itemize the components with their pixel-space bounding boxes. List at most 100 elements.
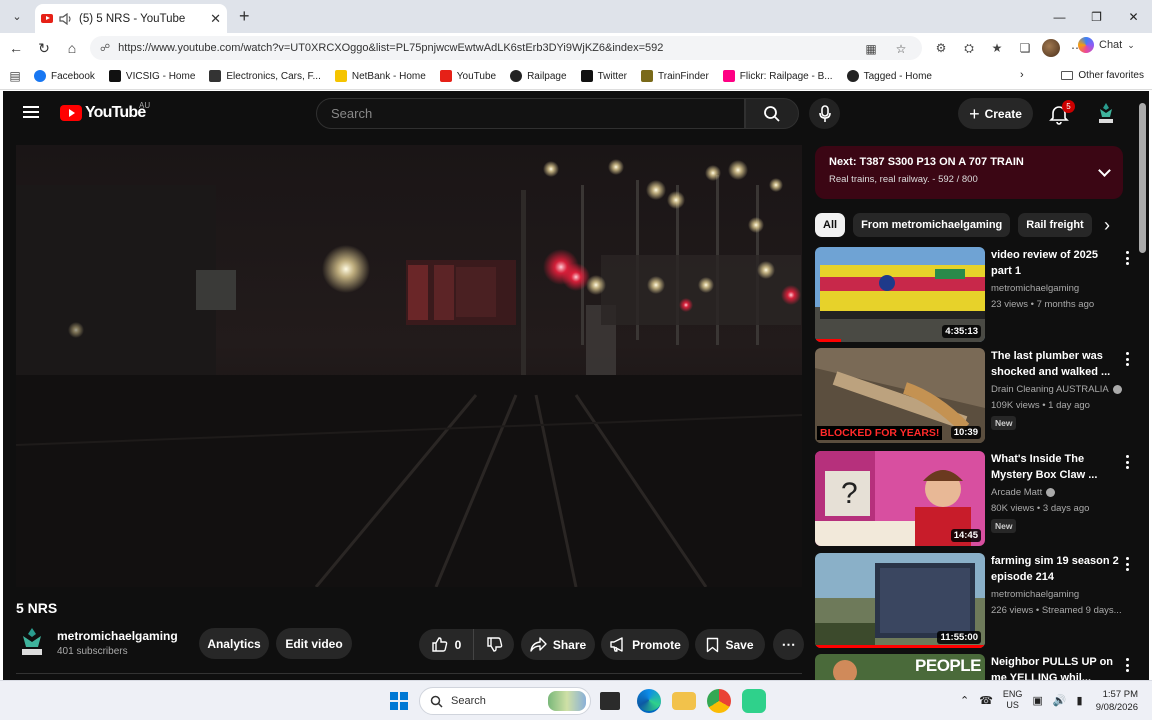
- browser-tab-youtube[interactable]: (5) 5 NRS - YouTube ✕: [35, 4, 227, 33]
- app-icon[interactable]: [742, 689, 766, 713]
- filter-chip[interactable]: From metromichaelgaming: [853, 213, 1011, 237]
- youtube-icon: [439, 70, 452, 82]
- bookmark-item[interactable]: Railpage: [510, 70, 567, 82]
- chrome-icon[interactable]: [707, 689, 731, 713]
- recommended-video-title[interactable]: What's Inside The Mystery Box Claw ...: [991, 451, 1119, 483]
- file-explorer-icon[interactable]: [672, 692, 696, 710]
- video-options-kebab-icon[interactable]: [1125, 251, 1129, 265]
- recommended-channel[interactable]: Drain Cleaning AUSTRALIA: [991, 384, 1122, 395]
- playlist-next-panel[interactable]: Next: T387 S300 P13 ON A 707 TRAIN Real …: [815, 146, 1123, 199]
- reading-list-icon[interactable]: ▤: [4, 65, 26, 87]
- bookmark-item[interactable]: Electronics, Cars, F...: [209, 70, 321, 82]
- restore-icon[interactable]: ❐: [1078, 0, 1115, 33]
- channel-avatar[interactable]: [20, 627, 44, 657]
- close-window-icon[interactable]: ✕: [1115, 0, 1152, 33]
- bookmark-item[interactable]: Tagged - Home: [846, 70, 932, 82]
- filter-chip[interactable]: All: [815, 213, 846, 237]
- video-duration: 11:55:00: [937, 631, 981, 644]
- browser-essentials-icon[interactable]: ⛭: [958, 37, 980, 59]
- create-button[interactable]: + Create: [958, 98, 1033, 129]
- like-button[interactable]: 0: [419, 629, 474, 660]
- tab-close-icon[interactable]: ✕: [210, 11, 221, 27]
- chips-next-arrow-icon[interactable]: ›: [1095, 213, 1119, 237]
- home-icon[interactable]: ⌂: [58, 34, 86, 62]
- youtube-logo[interactable]: YouTube: [60, 104, 146, 122]
- profile-avatar[interactable]: [1042, 39, 1060, 57]
- edge-browser-icon[interactable]: [637, 689, 661, 713]
- recommended-channel[interactable]: metromichaelgaming: [991, 589, 1079, 600]
- megaphone-icon: [610, 637, 623, 652]
- voice-search-button[interactable]: [809, 98, 840, 129]
- dislike-button[interactable]: [474, 636, 514, 653]
- windows-start-icon[interactable]: [390, 692, 408, 710]
- bookmark-item[interactable]: Twitter: [580, 70, 627, 82]
- monitor-icon[interactable]: ▣: [1032, 694, 1042, 707]
- bookmark-item[interactable]: YouTube: [439, 70, 496, 82]
- favorites-icon[interactable]: ★: [986, 37, 1008, 59]
- recommended-channel[interactable]: metromichaelgaming: [991, 283, 1079, 294]
- account-avatar[interactable]: [1095, 101, 1117, 125]
- video-thumbnail[interactable]: PEOPLE: [815, 654, 985, 680]
- taskbar-clock[interactable]: 1:57 PM 9/08/2026: [1088, 688, 1138, 714]
- window-controls: — ❐ ✕: [1041, 0, 1152, 33]
- chevron-right-icon[interactable]: ›: [1020, 69, 1024, 81]
- recommended-video[interactable]: 11:55:00 farming sim 19 season 2 episode …: [815, 553, 1135, 649]
- tab-actions-chevron-icon[interactable]: ⌄: [3, 3, 31, 31]
- video-options-kebab-icon[interactable]: [1125, 658, 1129, 672]
- video-thumbnail[interactable]: BLOCKED FOR YEARS! 10:39: [815, 348, 985, 443]
- favorite-star-icon[interactable]: ☆: [890, 38, 912, 60]
- url-field[interactable]: ☍ https://www.youtube.com/watch?v=UT0XRC…: [90, 36, 922, 60]
- video-options-kebab-icon[interactable]: [1125, 352, 1129, 366]
- save-button[interactable]: Save: [695, 629, 765, 660]
- video-thumbnail[interactable]: 4:35:13: [815, 247, 985, 342]
- bookmark-item[interactable]: Facebook: [34, 70, 95, 82]
- recommended-video[interactable]: ? 14:45 What's Inside The Mystery Box Claw…: [815, 451, 1135, 547]
- network-status-icon[interactable]: ☎: [979, 694, 993, 707]
- recommended-video-title[interactable]: farming sim 19 season 2 episode 214: [991, 553, 1119, 585]
- back-arrow-icon[interactable]: ←: [2, 34, 30, 62]
- page-scrollbar[interactable]: [1139, 103, 1146, 253]
- refresh-icon[interactable]: ↻: [30, 34, 58, 62]
- search-button[interactable]: [745, 98, 799, 129]
- edit-video-button[interactable]: Edit video: [276, 628, 352, 659]
- new-tab-plus-icon[interactable]: +: [239, 6, 250, 27]
- recommended-video[interactable]: BLOCKED FOR YEARS! 10:39 The last plumber …: [815, 348, 1135, 444]
- bookmark-item[interactable]: NetBank - Home: [334, 70, 426, 82]
- video-player[interactable]: [16, 145, 802, 587]
- search-input[interactable]: Search: [316, 98, 745, 129]
- video-thumbnail[interactable]: ? 14:45: [815, 451, 985, 546]
- speaker-icon[interactable]: [59, 12, 73, 25]
- video-thumbnail[interactable]: 11:55:00: [815, 553, 985, 648]
- video-options-kebab-icon[interactable]: [1125, 455, 1129, 469]
- task-view-icon[interactable]: [600, 692, 620, 710]
- copilot-chat-button[interactable]: Chat ⌄: [1078, 37, 1135, 53]
- bookmark-item[interactable]: Flickr: Railpage - B...: [722, 70, 833, 82]
- video-options-kebab-icon[interactable]: [1125, 557, 1129, 571]
- battery-icon[interactable]: ▮: [1077, 694, 1083, 707]
- channel-name[interactable]: metromichaelgaming: [57, 629, 178, 643]
- language-indicator[interactable]: ENG US: [1003, 689, 1023, 711]
- promote-button[interactable]: Promote: [601, 629, 689, 660]
- bookmark-item[interactable]: TrainFinder: [641, 70, 709, 82]
- filter-chip[interactable]: Rail freight: [1018, 213, 1092, 237]
- taskbar-search[interactable]: Search: [419, 687, 591, 715]
- other-favorites[interactable]: Other favorites: [1061, 70, 1144, 81]
- minimize-icon[interactable]: —: [1041, 0, 1078, 33]
- bookmark-item[interactable]: VICSIG - Home: [108, 70, 195, 82]
- menu-hamburger-icon[interactable]: [23, 106, 39, 118]
- thumbnail-overlay-text: BLOCKED FOR YEARS!: [817, 426, 943, 440]
- recommended-video-title[interactable]: Neighbor PULLS UP on me YELLING whil...: [991, 654, 1119, 680]
- share-button[interactable]: Share: [521, 629, 595, 660]
- collections-icon[interactable]: ❏: [1014, 37, 1036, 59]
- recommended-video-title[interactable]: The last plumber was shocked and walked …: [991, 348, 1119, 380]
- more-actions-button[interactable]: ⋯: [773, 629, 804, 660]
- extensions-icon[interactable]: ⚙: [930, 37, 952, 59]
- recommended-video[interactable]: 4:35:13 video review of 2025 part 1 metrom…: [815, 247, 1135, 343]
- recommended-channel[interactable]: Arcade Matt: [991, 487, 1056, 498]
- recommended-video[interactable]: PEOPLE Neighbor PULLS UP on me YELLING wh…: [815, 654, 1135, 680]
- analytics-button[interactable]: Analytics: [199, 628, 269, 659]
- recommended-video-title[interactable]: video review of 2025 part 1: [991, 247, 1119, 279]
- split-screen-icon[interactable]: ▦: [860, 38, 882, 60]
- volume-icon[interactable]: 🔊: [1053, 694, 1067, 707]
- tray-chevron-up-icon[interactable]: ⌃: [960, 694, 969, 707]
